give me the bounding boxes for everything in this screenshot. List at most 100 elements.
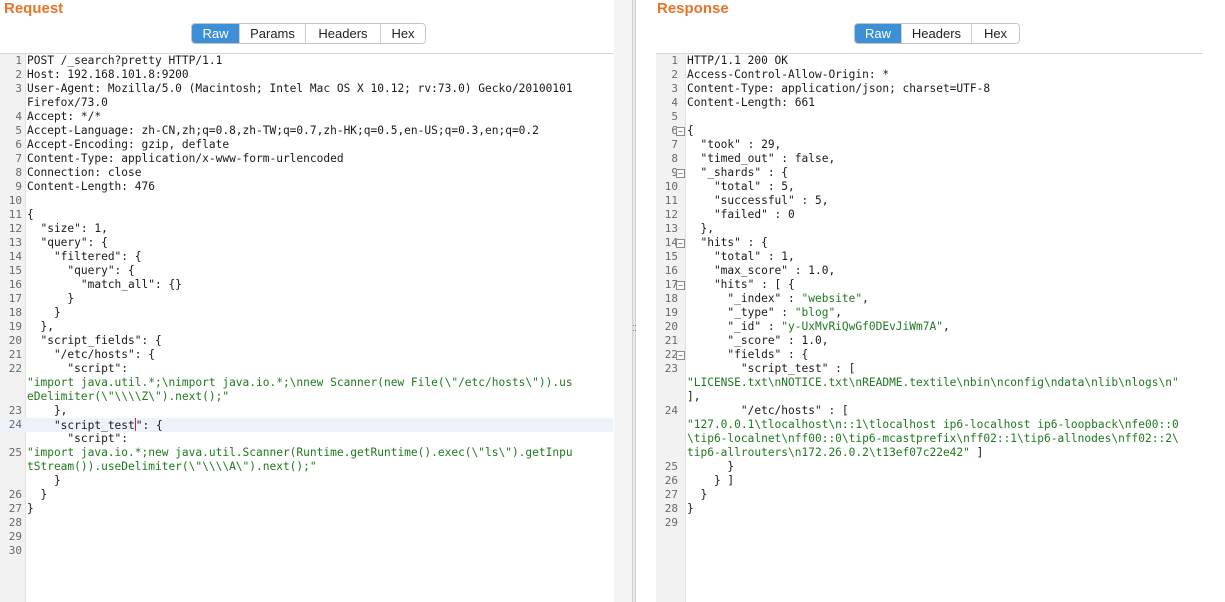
line-text: } <box>687 502 1203 516</box>
code-line: 16 "max_score" : 1.0, <box>656 264 1203 278</box>
string-token: "import java.util.*;\nimport java.io.*;\… <box>27 376 573 389</box>
line-number: 4 <box>671 96 678 109</box>
code-token: "match_all": {} <box>27 278 182 291</box>
code-line: 1 HTTP/1.1 200 OK <box>656 54 1203 68</box>
code-line: 2 Host: 192.168.101.8:9200 <box>0 68 613 82</box>
pane-gap-right <box>636 0 652 602</box>
line-text: Connection: close <box>27 166 613 180</box>
line-number: 25 <box>8 446 22 459</box>
line-text: "/etc/hosts" : [ <box>687 404 1203 418</box>
tab-headers[interactable]: Headers <box>305 24 380 43</box>
line-text: Host: 192.168.101.8:9200 <box>27 68 613 82</box>
fold-toggle-icon[interactable]: − <box>676 351 685 360</box>
code-line: 9 Content-Length: 476 <box>0 180 613 194</box>
response-scroll-area[interactable] <box>1203 53 1225 602</box>
tab-params[interactable]: Params <box>239 24 305 43</box>
fold-toggle-icon[interactable]: − <box>676 127 685 136</box>
line-number: 24 <box>664 404 678 417</box>
line-number: 5 <box>671 110 678 123</box>
tab-hex[interactable]: Hex <box>380 24 425 43</box>
line-text: "_type" : "blog", <box>687 306 1203 320</box>
code-line: 14 "filtered": { <box>0 250 613 264</box>
code-line: 19 "_type" : "blog", <box>656 306 1203 320</box>
code-token: "hits" : { <box>687 236 768 249</box>
code-line: 10 <box>0 194 613 208</box>
line-text: "import java.util.*;\nimport java.io.*;\… <box>27 376 613 390</box>
code-token: } ] <box>687 474 735 487</box>
line-number: 5 <box>15 124 22 137</box>
code-line: 7 Content-Type: application/x-www-form-ur… <box>0 152 613 166</box>
line-text: tStream()).useDelimiter(\"\\\\A\").next(… <box>27 460 613 474</box>
line-text: Accept-Encoding: gzip, deflate <box>27 138 613 152</box>
code-line: 10 "total" : 5, <box>656 180 1203 194</box>
line-text: \tip6-localnet\nff00::0\tip6-mcastprefix… <box>687 432 1203 446</box>
line-text: "script_fields": { <box>27 334 613 348</box>
tab-raw[interactable]: Raw <box>855 24 901 43</box>
line-number: 4 <box>15 110 22 123</box>
tab-headers[interactable]: Headers <box>901 24 971 43</box>
code-token: "script_fields": { <box>27 334 162 347</box>
request-editor[interactable]: 1 POST /_search?pretty HTTP/1.1 2 Host: 192… <box>0 53 613 602</box>
fold-toggle-icon[interactable]: − <box>676 281 685 290</box>
code-line: "127.0.0.1\tlocalhost\n::1\tlocalhost ip… <box>656 418 1203 432</box>
code-token: } <box>27 474 61 487</box>
line-number: 22 <box>8 362 22 375</box>
code-token: } <box>27 306 61 319</box>
tab-hex[interactable]: Hex <box>971 24 1019 43</box>
code-token: ": { <box>135 419 163 432</box>
code-token: "_shards" : { <box>687 166 789 179</box>
code-line: 3 Content-Type: application/json; charset… <box>656 82 1203 96</box>
line-text: "fields" : { <box>687 348 1203 362</box>
code-token: HTTP/1.1 200 OK <box>687 54 789 67</box>
code-line: 6−{ <box>656 124 1203 138</box>
fold-toggle-icon[interactable]: − <box>676 169 685 178</box>
line-number: 12 <box>8 222 22 235</box>
code-line: 22 "script": <box>0 362 613 376</box>
code-token: "failed" : 0 <box>687 208 795 221</box>
code-token: Connection: close <box>27 166 142 179</box>
code-token: "total" : 5, <box>687 180 795 193</box>
code-line: tip6-allrouters\n172.26.0.2\t13ef07c22e4… <box>656 446 1203 460</box>
code-line: 20 "_id" : "y-UxMvRiQwGf0DEvJiWm7A", <box>656 320 1203 334</box>
line-number: 26 <box>8 488 22 501</box>
code-line: 22− "fields" : { <box>656 348 1203 362</box>
line-text: } <box>27 474 613 488</box>
tab-raw[interactable]: Raw <box>192 24 239 43</box>
code-token: , <box>862 292 869 305</box>
line-number: 10 <box>664 180 678 193</box>
line-number: 21 <box>8 348 22 361</box>
code-line: 27 } <box>656 488 1203 502</box>
code-token: } <box>27 488 48 501</box>
string-token: "blog" <box>794 306 836 319</box>
string-token: "LICENSE.txt\nNOTICE.txt\nREADME.textile… <box>687 376 1179 389</box>
line-text: Access-Control-Allow-Origin: * <box>687 68 1203 82</box>
line-text: "hits" : { <box>687 236 1203 250</box>
code-line: 23 }, <box>0 404 613 418</box>
line-number: 13 <box>664 222 678 235</box>
code-line: 23 "script_test" : [ <box>656 362 1203 376</box>
line-text: Content-Length: 661 <box>687 96 1203 110</box>
line-text: Content-Type: application/json; charset=… <box>687 82 1203 96</box>
code-line: 27} <box>0 502 613 516</box>
line-text: eDelimiter(\"\\\\Z\").next();" <box>27 390 613 404</box>
code-line: 25 "import java.io.*;new java.util.Scanne… <box>0 446 613 460</box>
code-line: 28 <box>0 516 613 530</box>
line-text: } ] <box>687 474 1203 488</box>
code-line: 24 "/etc/hosts" : [ <box>656 404 1203 418</box>
line-text: "/etc/hosts": { <box>27 348 613 362</box>
code-line: 3 User-Agent: Mozilla/5.0 (Macintosh; Int… <box>0 82 613 96</box>
line-text: "successful" : 5, <box>687 194 1203 208</box>
line-number: 11 <box>664 194 678 207</box>
code-token: { <box>687 124 694 137</box>
code-line: tStream()).useDelimiter(\"\\\\A\").next(… <box>0 460 613 474</box>
code-token: Accept: */* <box>27 110 102 123</box>
code-token: } <box>687 488 708 501</box>
code-token: } <box>687 460 735 473</box>
response-editor[interactable]: 1 HTTP/1.1 200 OK 2 Access-Control-Allow-Or… <box>656 53 1203 602</box>
line-number: 17 <box>664 278 678 291</box>
code-token: "_index" : <box>687 292 802 305</box>
fold-toggle-icon[interactable]: − <box>676 239 685 248</box>
code-line: 24 "script_test": { <box>0 418 613 432</box>
line-text: "hits" : [ { <box>687 278 1203 292</box>
line-number: 8 <box>671 152 678 165</box>
